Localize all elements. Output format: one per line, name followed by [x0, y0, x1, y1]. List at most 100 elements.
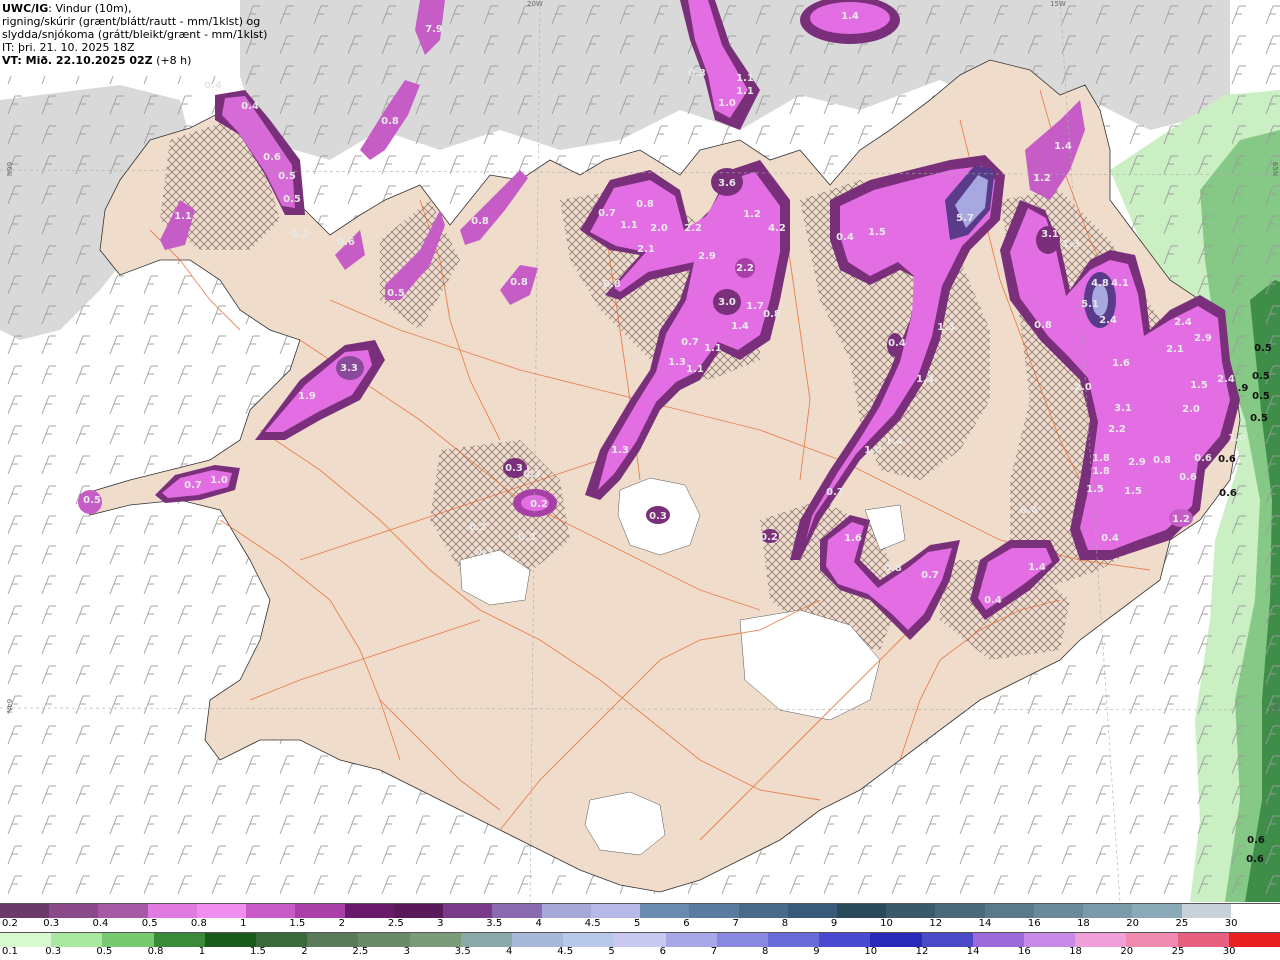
snow-legend-swatch — [689, 904, 739, 918]
snow-legend-swatch — [443, 904, 493, 918]
title-rest: : Vindur (10m), — [48, 2, 132, 15]
snow-value-label: 0.7 — [681, 337, 699, 348]
snow-value-label: 2.4 — [1217, 374, 1235, 385]
snow-value-label: 0.7 — [921, 570, 939, 581]
snow-legend-swatch — [787, 904, 837, 918]
snow-value-label: 7.9 — [425, 24, 443, 35]
snow-value-label: 1.8 — [1092, 466, 1110, 477]
model-name: UWC/IG — [2, 2, 49, 15]
snow-value-label: 1.3 — [916, 374, 934, 385]
snow-legend-label: 5 — [634, 918, 641, 929]
snow-value-label: 0.4 — [241, 101, 259, 112]
snow-value-label: 1.1 — [174, 211, 192, 222]
snow-value-label: 0.5 — [387, 288, 405, 299]
snow-legend-swatch — [640, 904, 690, 918]
snow-value-label: 0.2 — [530, 499, 548, 510]
rain-value-label: 0.6 — [1218, 454, 1236, 465]
snow-legend-swatch — [1230, 904, 1280, 918]
snow-value-label: 1.2 — [1172, 514, 1190, 525]
snow-value-label: 1.1 — [704, 343, 722, 354]
snow-legend-swatch — [935, 904, 985, 918]
rain-legend-label: 5 — [608, 946, 615, 957]
snow-value-label: 1.5 — [1086, 484, 1104, 495]
rain-legend-label: 18 — [1069, 946, 1082, 957]
snow-value-label: 1.5 — [868, 227, 886, 238]
snow-value-label: 2.2 — [1108, 424, 1126, 435]
rain-legend-label: 16 — [1018, 946, 1031, 957]
snow-value-label: 0.6 — [1194, 453, 1212, 464]
rain-legend-label: 9 — [813, 946, 820, 957]
snow-legend-label: 20 — [1126, 918, 1140, 929]
snow-legend-label: 7 — [732, 918, 739, 929]
snow-value-label: 1.4 — [885, 436, 903, 447]
rain-legend-label: 10 — [864, 946, 878, 957]
snow-value-label: 0.7 — [826, 487, 844, 498]
snow-legend-label: 30 — [1224, 918, 1238, 929]
snow-legend-swatch — [147, 904, 197, 918]
snow-value-label: 0.6 — [1020, 505, 1038, 516]
snow-legend-label: 4.5 — [584, 918, 601, 929]
snow-value-label: 0.8 — [884, 563, 902, 574]
snow-legend-labels: 0.2 0.3 0.4 0.5 0.8 1 1.5 2 2.5 3 3.5 4 4.5 5 6 7 8 9 10 12… — [0, 917, 1280, 931]
snow-value-label: 1.5 — [1124, 486, 1142, 497]
snow-value-label: 1.2 — [743, 209, 761, 220]
snow-legend-label: 3 — [437, 918, 444, 929]
rain-legend-labels: 0.1 0.3 0.5 0.8 1 1.5 2 2.5 3 3.5 4 4.5 5 6 7 8 9 10 12 14 1… — [0, 945, 1280, 959]
rain-description: rigning/skúrir (grænt/blátt/rautt - mm/1… — [2, 15, 261, 28]
rain-legend-label: 4.5 — [557, 946, 574, 957]
rain-value-label: 0.6 — [1247, 835, 1265, 846]
snow-value-label: 3.1 — [1041, 229, 1059, 240]
rain-legend-label: 7 — [710, 946, 718, 957]
snow-value-label: 1.0 — [718, 98, 736, 109]
rain-legend-label: 3.5 — [454, 946, 471, 957]
snow-legend-swatch — [0, 904, 50, 918]
coord-label-64n-right: 64N — [1271, 698, 1280, 714]
rain-value-label: 0.6 — [1219, 488, 1237, 499]
snow-value-label: 4.1 — [1111, 278, 1129, 289]
coord-label-66n: 66N — [5, 161, 14, 177]
rain-legend-label: 6 — [659, 946, 666, 957]
rain-legend-label: 8 — [762, 946, 769, 957]
snow-value-label: 0.8 — [603, 279, 621, 290]
rain-legend-label: 25 — [1171, 946, 1185, 957]
snow-legend-label: 2.5 — [387, 918, 404, 929]
snow-value-label: 0.3 — [688, 68, 706, 79]
snow-value-label: 0.8 — [636, 199, 654, 210]
snow-value-label: 0.7 — [598, 208, 616, 219]
rain-legend-label: 1 — [198, 946, 206, 957]
snow-value-label: 0.2 — [291, 229, 309, 240]
snow-value-label: 0.6 — [1179, 472, 1197, 483]
snow-legend-label: 16 — [1027, 918, 1041, 929]
snow-value-label: 0.8 — [1034, 320, 1052, 331]
snow-legend-label: 1.5 — [289, 918, 306, 929]
snow-value-label: 1.3 — [1062, 239, 1080, 250]
snow-legend-label: 6 — [683, 918, 690, 929]
snow-legend-label: 0.3 — [43, 918, 60, 929]
snow-legend-swatch — [49, 904, 99, 918]
coord-label-15w: 15W — [1050, 0, 1066, 8]
rain-value-label: 0.6 — [1246, 854, 1264, 865]
snow-value-label: 2.4 — [1174, 317, 1192, 328]
snow-legend-swatch — [836, 904, 887, 918]
snow-value-label: 0.7 — [184, 480, 202, 491]
snow-legend-label: 0.2 — [2, 918, 18, 929]
valid-time: VT: Mið. 22.10.2025 02Z — [2, 54, 153, 67]
snow-legend-label: 8 — [781, 918, 789, 929]
snow-value-label: 0.2 — [760, 532, 778, 543]
snow-legend-label: 3.5 — [486, 918, 503, 929]
snow-value-label: 0.3 — [649, 511, 667, 522]
snow-value-label: 1.4 — [841, 11, 859, 22]
snow-value-label: 0.8 — [763, 309, 781, 320]
snow-value-label: 0.4 — [204, 80, 222, 91]
snow-legend-label: 4 — [535, 918, 542, 929]
rain-legend-label: 0.5 — [96, 946, 113, 957]
snow-value-label: 0.6 — [263, 152, 281, 163]
snow-legend-swatch — [1083, 904, 1133, 918]
snow-legend-swatch — [393, 904, 444, 918]
rain-legend-label: 2 — [301, 946, 308, 957]
snow-value-label: 0.8 — [1153, 455, 1171, 466]
snow-legend-swatch — [1132, 904, 1182, 918]
snow-legend-swatch — [492, 904, 542, 918]
snow-value-label: 1.3 — [668, 357, 686, 368]
snow-value-label: 0.6 — [337, 237, 355, 248]
